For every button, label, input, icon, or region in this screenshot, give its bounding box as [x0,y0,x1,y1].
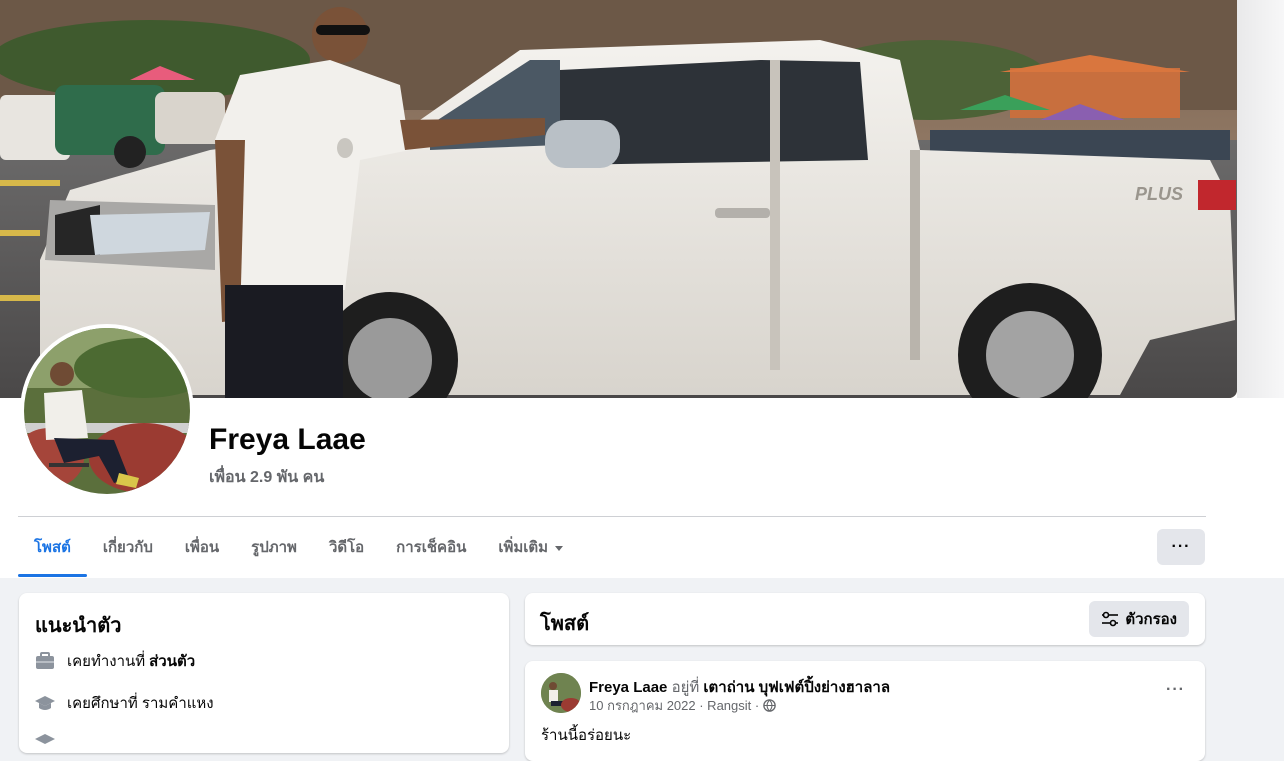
intro-extra-row [35,731,67,751]
post-place[interactable]: เตาถ่าน บุฟเฟต์ปิ้งย่างฮาลาล [703,679,890,696]
profile-tabs: โพสต์ เกี่ยวกับ เพื่อน รูปภาพ วิดีโอ การ… [18,517,579,577]
profile-more-button[interactable]: ··· [1157,529,1205,565]
tab-more[interactable]: เพิ่มเติม [482,517,579,577]
post-menu-button[interactable]: ··· [1166,681,1185,699]
svg-text:PLUS: PLUS [1135,184,1183,204]
filter-label: ตัวกรอง [1125,611,1177,628]
post-author[interactable]: Freya Laae [589,679,667,696]
intro-title: แนะนำตัว [35,615,122,637]
post-at-label: อยู่ที่ [671,679,700,696]
intro-work-prefix: เคยทำงานที่ [67,653,146,670]
tab-videos[interactable]: วิดีโอ [313,517,380,577]
post-meta-line: 10 กรกฎาคม 2022 · Rangsit · [589,695,776,716]
globe-icon [763,699,776,712]
profile-header: PLUS Freya Laae เพื่อน 2.9 พัน คน โพสต์ … [0,0,1284,578]
intro-card: แนะนำตัว เคยทำงานที่ ส่วนตัว เคยศึกษาที่… [19,593,509,753]
tab-posts[interactable]: โพสต์ [18,517,87,577]
cover-photo[interactable]: PLUS [0,0,1237,398]
tab-label: เพื่อน [184,539,220,556]
posts-title: โพสต์ [540,613,590,635]
profile-avatar[interactable] [20,324,194,498]
intro-work-row: เคยทำงานที่ ส่วนตัว [35,649,195,673]
intro-study-text: เคยศึกษาที่ รามคำแหง [67,695,214,712]
profile-name: Freya Laae [209,423,366,456]
tab-label: โพสต์ [34,539,71,556]
tab-friends[interactable]: เพื่อน [169,517,235,577]
filter-button[interactable]: ตัวกรอง [1089,601,1189,637]
post-text: ร้านนี้อร่อยนะ [541,727,632,744]
post-author-avatar[interactable] [541,673,581,713]
intro-study-row: เคยศึกษาที่ รามคำแหง [35,691,214,715]
tab-photos[interactable]: รูปภาพ [235,517,313,577]
posts-header-card: โพสต์ ตัวกรอง [525,593,1205,645]
friend-count[interactable]: เพื่อน 2.9 พัน คน [209,465,324,490]
tab-label: การเช็คอิน [396,539,467,556]
post-meta[interactable]: 10 กรกฎาคม 2022 · Rangsit · [589,695,759,716]
intro-work-value[interactable]: ส่วนตัว [149,649,195,673]
tab-label: เกี่ยวกับ [102,539,153,556]
post-card: Freya Laae อยู่ที่ เตาถ่าน บุฟเฟต์ปิ้งย่… [525,661,1205,761]
cover-edge [1237,0,1284,398]
tab-label: รูปภาพ [251,539,297,556]
dropdown-caret-icon [555,545,564,551]
tab-about[interactable]: เกี่ยวกับ [87,517,169,577]
graduation-cap-icon [35,731,55,751]
tab-checkins[interactable]: การเช็คอิน [380,517,482,577]
filter-sliders-icon [1102,611,1119,627]
tab-label: วิดีโอ [328,539,365,556]
briefcase-icon [35,651,55,671]
tab-label: เพิ่มเติม [498,539,549,556]
graduation-cap-icon [35,693,55,713]
